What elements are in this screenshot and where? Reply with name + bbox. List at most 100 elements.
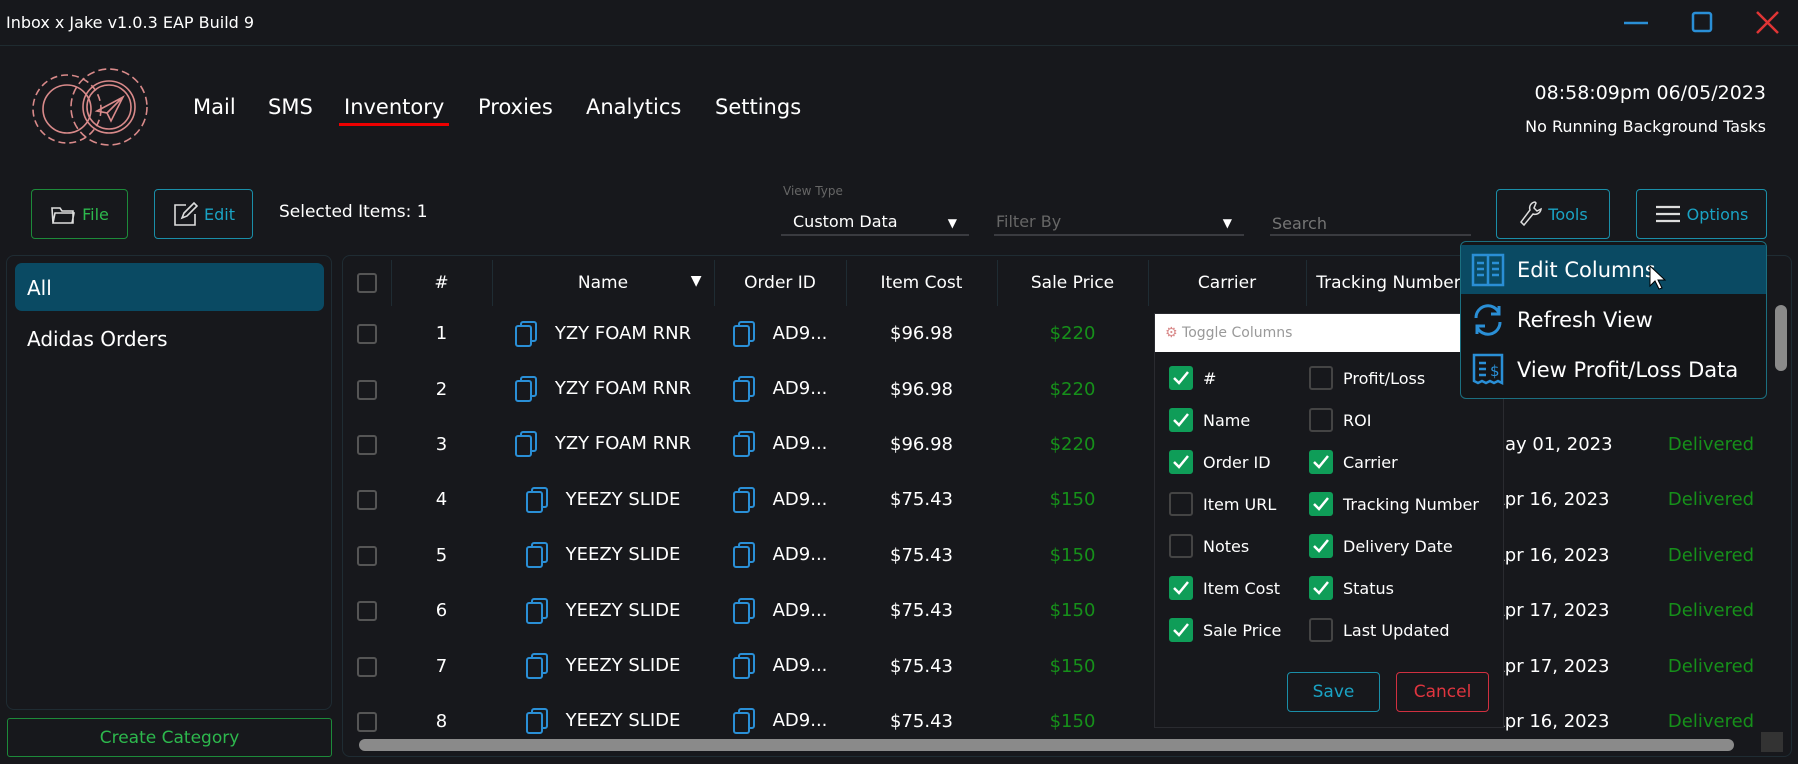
copy-icon[interactable]: [514, 320, 537, 347]
cell-value: AD9...: [772, 544, 828, 566]
table-row[interactable]: 3 YZY FOAM RNR AD9... $96.98 $220 May 01, 202…: [343, 417, 1791, 472]
toggle-column-option[interactable]: Carrier: [1309, 450, 1398, 474]
search-input[interactable]: [1270, 212, 1471, 236]
copy-icon[interactable]: [514, 431, 537, 458]
close-icon[interactable]: [1752, 8, 1782, 38]
copy-icon[interactable]: [525, 486, 548, 513]
toggle-column-option[interactable]: Notes: [1169, 534, 1249, 558]
filter-by-select[interactable]: Filter By ▼: [994, 212, 1244, 236]
toggle-column-option[interactable]: Status: [1309, 576, 1394, 600]
toggle-column-option[interactable]: ROI: [1309, 408, 1371, 432]
cell-value: $220: [1049, 433, 1096, 455]
scroll-corner: [1761, 732, 1783, 752]
cancel-button[interactable]: Cancel: [1396, 672, 1489, 712]
nav-inventory[interactable]: Inventory: [338, 95, 450, 126]
file-button[interactable]: File: [31, 189, 128, 239]
column-header[interactable]: Name ▼: [492, 260, 715, 306]
copy-icon[interactable]: [732, 542, 755, 569]
copy-icon[interactable]: [732, 653, 755, 680]
menu-item-edit-columns[interactable]: Edit Columns: [1461, 245, 1766, 294]
checked-checkbox-icon[interactable]: [1169, 576, 1193, 600]
toggle-column-option[interactable]: Item Cost: [1169, 576, 1280, 600]
nav-sms[interactable]: SMS: [268, 95, 313, 119]
select-all-checkbox[interactable]: [343, 260, 392, 306]
minimize-icon[interactable]: [1620, 8, 1650, 38]
copy-icon[interactable]: [732, 320, 755, 347]
tools-button[interactable]: Tools: [1496, 189, 1610, 239]
nav-settings[interactable]: Settings: [715, 95, 801, 119]
maximize-icon[interactable]: [1686, 8, 1716, 38]
toggle-column-option[interactable]: Sale Price: [1169, 618, 1281, 642]
toggle-column-option[interactable]: Last Updated: [1309, 618, 1450, 642]
checked-checkbox-icon[interactable]: [1309, 450, 1333, 474]
create-category-button[interactable]: Create Category: [7, 718, 332, 757]
copy-icon[interactable]: [525, 653, 548, 680]
copy-icon[interactable]: [732, 431, 755, 458]
unchecked-checkbox-icon[interactable]: [1309, 366, 1333, 390]
copy-icon[interactable]: [732, 597, 755, 624]
checked-checkbox-icon[interactable]: [1309, 534, 1333, 558]
view-type-select[interactable]: Custom Data ▼: [781, 212, 969, 236]
table-row[interactable]: 7 YEEZY SLIDE AD9... $75.43 $150 Apr 17, 2023…: [343, 638, 1791, 693]
toggle-column-option[interactable]: Profit/Loss: [1309, 366, 1425, 390]
category-all[interactable]: All: [15, 263, 324, 311]
menu-item-view-profit-loss[interactable]: $ View Profit/Loss Data: [1461, 345, 1766, 394]
copy-icon[interactable]: [525, 542, 548, 569]
row-checkbox[interactable]: [357, 656, 377, 677]
column-header[interactable]: #: [391, 260, 493, 306]
copy-icon[interactable]: [514, 376, 537, 403]
row-checkbox[interactable]: [357, 711, 377, 732]
table-row[interactable]: 4 YEEZY SLIDE AD9... $75.43 $150 Apr 16, 2023…: [343, 472, 1791, 527]
unchecked-checkbox-icon[interactable]: [1169, 534, 1193, 558]
copy-icon[interactable]: [525, 708, 548, 735]
toggle-column-option[interactable]: #: [1169, 366, 1216, 390]
toggle-column-option[interactable]: Item URL: [1169, 492, 1276, 516]
row-checkbox[interactable]: [357, 434, 377, 455]
vertical-scrollbar[interactable]: [1775, 305, 1787, 371]
row-checkbox[interactable]: [357, 545, 377, 566]
copy-icon[interactable]: [732, 376, 755, 403]
row-checkbox[interactable]: [357, 601, 377, 622]
row-checkbox[interactable]: [357, 324, 377, 345]
unchecked-checkbox-icon[interactable]: [1309, 408, 1333, 432]
column-header[interactable]: Tracking Number: [1306, 260, 1472, 306]
checked-checkbox-icon[interactable]: [1169, 450, 1193, 474]
save-button[interactable]: Save: [1287, 672, 1380, 712]
column-header[interactable]: Item Cost: [846, 260, 998, 306]
table-row[interactable]: 5 YEEZY SLIDE AD9... $75.43 $150 Apr 16, 2023…: [343, 528, 1791, 583]
menu-item-refresh-view[interactable]: Refresh View: [1461, 295, 1766, 344]
checked-checkbox-icon[interactable]: [1169, 366, 1193, 390]
toggle-column-option[interactable]: Order ID: [1169, 450, 1271, 474]
row-checkbox[interactable]: [357, 379, 377, 400]
table-cell: $96.98: [846, 306, 997, 361]
table-row[interactable]: 6 YEEZY SLIDE AD9... $75.43 $150 Apr 17, 2023…: [343, 583, 1791, 638]
unchecked-checkbox-icon[interactable]: [1309, 618, 1333, 642]
checked-checkbox-icon[interactable]: [1309, 492, 1333, 516]
column-header[interactable]: Sale Price: [997, 260, 1149, 306]
category-adidas-orders[interactable]: Adidas Orders: [15, 314, 324, 362]
tools-label: Tools: [1548, 204, 1588, 224]
toggle-column-option[interactable]: Name: [1169, 408, 1250, 432]
column-header[interactable]: Carrier: [1148, 260, 1307, 306]
unchecked-checkbox-icon[interactable]: [1169, 492, 1193, 516]
copy-icon[interactable]: [525, 597, 548, 624]
nav-proxies[interactable]: Proxies: [478, 95, 553, 119]
nav-analytics[interactable]: Analytics: [586, 95, 681, 119]
sort-arrow-icon[interactable]: ▼: [691, 273, 702, 289]
app-title: Inbox x Jake v1.0.3 EAP Build 9: [6, 13, 255, 32]
toggle-column-option[interactable]: Delivery Date: [1309, 534, 1453, 558]
checked-checkbox-icon[interactable]: [1169, 408, 1193, 432]
horizontal-scrollbar[interactable]: [359, 739, 1734, 751]
copy-icon[interactable]: [732, 708, 755, 735]
edit-button[interactable]: Edit: [154, 189, 253, 239]
options-button[interactable]: Options: [1636, 189, 1767, 239]
nav-mail[interactable]: Mail: [193, 95, 236, 119]
row-checkbox[interactable]: [357, 490, 377, 511]
checked-checkbox-icon[interactable]: [1309, 576, 1333, 600]
toggle-columns-title: Toggle Columns: [1182, 325, 1293, 341]
column-header[interactable]: Order ID: [714, 260, 847, 306]
toggle-column-option[interactable]: Tracking Number: [1309, 492, 1479, 516]
table-cell: $150: [997, 638, 1148, 693]
checked-checkbox-icon[interactable]: [1169, 618, 1193, 642]
copy-icon[interactable]: [732, 486, 755, 513]
